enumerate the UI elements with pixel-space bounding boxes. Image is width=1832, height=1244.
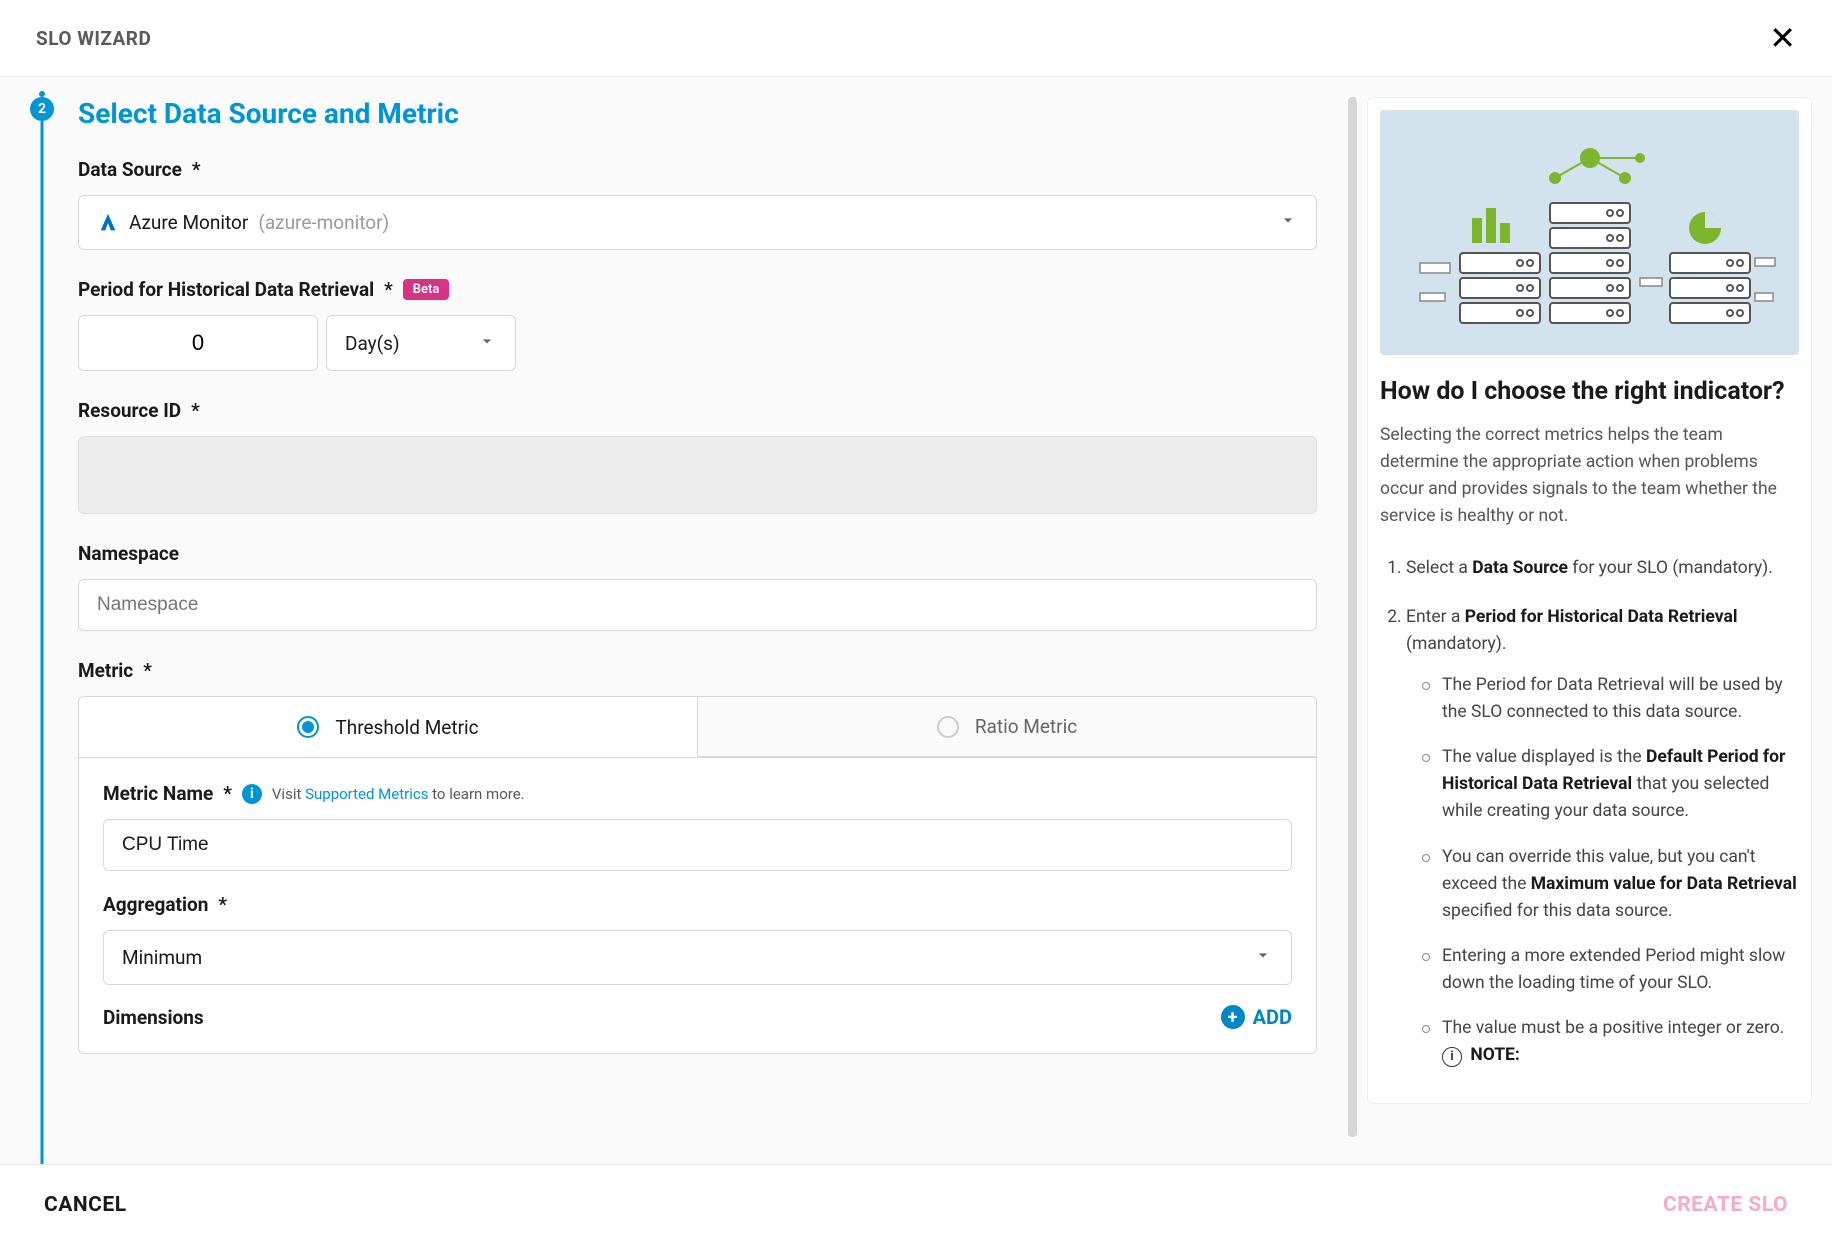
help-sub-3: You can override this value, but you can… <box>1422 844 1799 925</box>
metric-tabs: Threshold Metric Ratio Metric <box>78 696 1317 758</box>
field-namespace: Namespace <box>78 542 1317 631</box>
aggregation-value: Minimum <box>122 946 202 969</box>
metric-body: Metric Name * i Visit Supported Metrics … <box>78 758 1317 1054</box>
required-mark: * <box>384 278 393 301</box>
help-illustration <box>1380 110 1799 355</box>
field-metric: Metric * Threshold Metric Ratio Metric <box>78 659 1317 1054</box>
required-mark: * <box>143 659 152 682</box>
help-card: How do I choose the right indicator? Sel… <box>1367 97 1812 1104</box>
tab-ratio-label: Ratio Metric <box>975 715 1077 738</box>
add-label: ADD <box>1253 1005 1292 1029</box>
create-slo-button[interactable]: CREATE SLO <box>1663 1193 1788 1217</box>
help-heading: How do I choose the right indicator? <box>1380 377 1799 406</box>
dimensions-label: Dimensions <box>103 1006 204 1029</box>
namespace-input[interactable] <box>78 579 1317 631</box>
required-mark: * <box>192 158 201 181</box>
help-column: How do I choose the right indicator? Sel… <box>1357 77 1832 1171</box>
form-column: 2 Select Data Source and Metric Data Sou… <box>0 77 1357 1171</box>
help-steps: Select a Data Source for your SLO (manda… <box>1380 555 1799 1070</box>
help-step-1: Select a Data Source for your SLO (manda… <box>1406 555 1799 582</box>
scrollbar[interactable] <box>1348 97 1357 1137</box>
help-sub-4: Entering a more extended Period might sl… <box>1422 943 1799 997</box>
aggregation-label: Aggregation <box>103 893 208 916</box>
period-unit-value: Day(s) <box>345 332 400 355</box>
data-source-name: Azure Monitor <box>129 211 248 234</box>
step-title: Select Data Source and Metric <box>78 97 1317 130</box>
info-icon[interactable]: i <box>242 784 262 804</box>
data-source-select[interactable]: Azure Monitor (azure-monitor) <box>78 195 1317 250</box>
resource-id-label: Resource ID <box>78 399 181 422</box>
close-icon[interactable]: ✕ <box>1769 22 1796 54</box>
data-source-id: (azure-monitor) <box>258 211 389 234</box>
help-step-2: Enter a Period for Historical Data Retri… <box>1406 604 1799 1070</box>
radio-on-icon <box>297 716 319 738</box>
help-sub-2: The value displayed is the Default Perio… <box>1422 744 1799 825</box>
step-badge: 2 <box>30 97 54 121</box>
metric-label: Metric <box>78 659 133 682</box>
wizard-footer: CANCEL CREATE SLO <box>0 1164 1832 1244</box>
chevron-down-icon <box>1278 210 1298 235</box>
field-period: Period for Historical Data Retrieval * B… <box>78 278 1317 371</box>
wizard-header: SLO WIZARD ✕ <box>0 0 1832 77</box>
field-data-source: Data Source * Azure Monitor (azure-monit… <box>78 158 1317 250</box>
required-mark: * <box>218 893 227 916</box>
azure-icon <box>97 212 119 234</box>
resource-id-input[interactable] <box>78 436 1317 514</box>
data-source-label: Data Source <box>78 158 182 181</box>
period-label: Period for Historical Data Retrieval <box>78 278 374 301</box>
radio-off-icon <box>937 716 959 738</box>
metric-name-hint: Visit Supported Metrics to learn more. <box>272 785 525 803</box>
chevron-down-icon <box>477 331 497 356</box>
step-rail: 2 <box>30 97 54 1122</box>
beta-badge: Beta <box>403 279 450 300</box>
tab-ratio-metric[interactable]: Ratio Metric <box>697 697 1316 757</box>
note-icon: i <box>1442 1047 1462 1067</box>
chevron-down-icon <box>1253 945 1273 970</box>
step-line <box>41 121 44 1171</box>
cancel-button[interactable]: CANCEL <box>44 1193 127 1217</box>
tab-threshold-label: Threshold Metric <box>335 716 478 739</box>
add-dimension-button[interactable]: + ADD <box>1221 1005 1292 1029</box>
required-mark: * <box>191 399 200 422</box>
help-intro: Selecting the correct metrics helps the … <box>1380 422 1799 531</box>
required-mark: * <box>223 782 232 805</box>
period-input[interactable] <box>78 315 318 371</box>
period-unit-select[interactable]: Day(s) <box>326 315 516 371</box>
field-resource-id: Resource ID * <box>78 399 1317 514</box>
metric-name-label: Metric Name <box>103 782 213 805</box>
tab-threshold-metric[interactable]: Threshold Metric <box>79 697 697 757</box>
aggregation-select[interactable]: Minimum <box>103 930 1292 985</box>
plus-icon: + <box>1221 1005 1245 1029</box>
help-sub-1: The Period for Data Retrieval will be us… <box>1422 672 1799 726</box>
help-sub-5: The value must be a positive integer or … <box>1422 1015 1799 1069</box>
metric-name-input[interactable] <box>103 819 1292 871</box>
namespace-label: Namespace <box>78 542 179 565</box>
supported-metrics-link[interactable]: Supported Metrics <box>305 785 428 803</box>
header-title: SLO WIZARD <box>36 27 151 50</box>
